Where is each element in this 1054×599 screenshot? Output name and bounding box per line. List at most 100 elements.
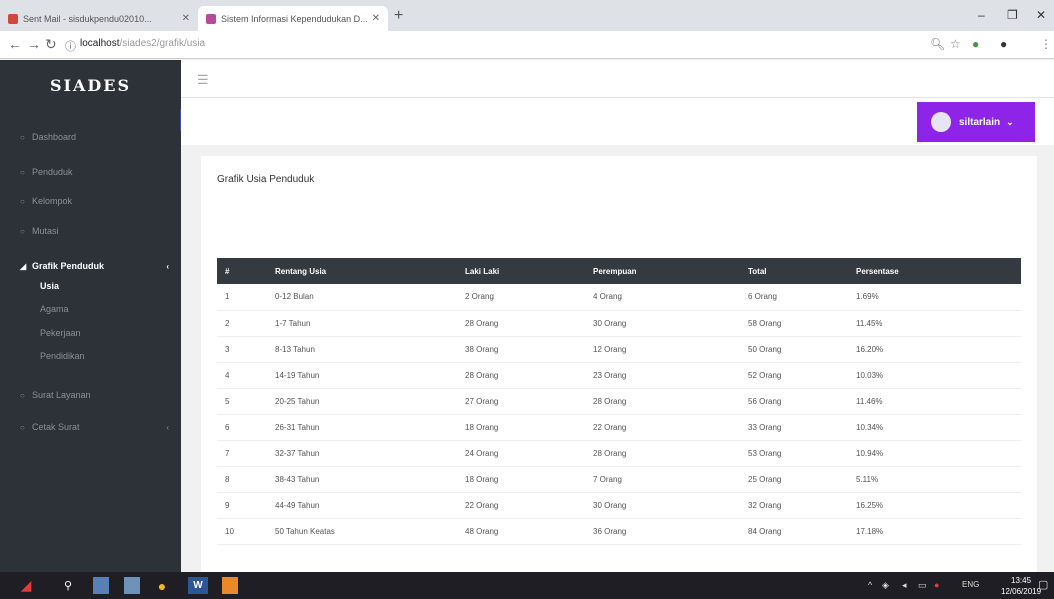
start-button-icon[interactable]: ◢ [6, 577, 46, 594]
browser-tab-siades[interactable]: Sistem Informasi Kependudukan D... ✕ [198, 6, 388, 31]
cell-number: 3 [225, 344, 230, 354]
cell-age-range: 26-31 Tahun [275, 422, 320, 432]
cell-age-range: 20-25 Tahun [275, 396, 320, 406]
word-icon[interactable]: W [188, 577, 208, 594]
top-navbar: ☰ [181, 60, 1054, 98]
cell-age-range: 32-37 Tahun [275, 448, 320, 458]
col-header-male[interactable]: Laki Laki [457, 258, 585, 284]
cell-age-range: 14-19 Tahun [275, 370, 320, 380]
cell-total: 52 Orang [748, 370, 782, 380]
cell-total: 50 Orang [748, 344, 782, 354]
user-name: siltarlain [959, 116, 1001, 128]
cell-age-range: 8-13 Tahun [275, 344, 315, 354]
table-body: 1 0-12 Bulan 2 Orang 4 Orang 6 Orang 1.69% 2 1-… [217, 284, 1021, 544]
cell-female: 28 Orang [593, 396, 627, 406]
task-view-icon[interactable] [93, 577, 109, 594]
sidebar-item-penduduk[interactable]: ○ Penduduk [0, 161, 181, 183]
sidebar-subitem-agama[interactable]: Agama [40, 304, 69, 314]
sidebar-item-label: Surat Layanan [32, 390, 91, 400]
network-icon[interactable]: ◈ [882, 580, 889, 591]
minimize-button[interactable]: – [978, 8, 985, 22]
maximize-button[interactable]: ❐ [1007, 8, 1018, 22]
cell-male: 18 Orang [465, 474, 499, 484]
cell-total: 53 Orang [748, 448, 782, 458]
address-bar: ← → ↻ ⓘ localhost/siades2/grafik/usia 🔍︎… [0, 31, 1054, 59]
cell-male: 22 Orang [465, 500, 499, 510]
sidebar-item-surat-layanan[interactable]: ○ Surat Layanan [0, 384, 181, 406]
cell-total: 6 Orang [748, 292, 777, 302]
close-window-button[interactable]: ✕ [1036, 8, 1046, 22]
profile-icon[interactable]: ● [1000, 37, 1007, 51]
col-header-total[interactable]: Total [740, 258, 848, 284]
url-field[interactable]: localhost/siades2/grafik/usia [80, 38, 205, 49]
siades-favicon-icon [206, 13, 216, 24]
brand-logo[interactable]: SIADES [0, 60, 181, 110]
menu-dots-icon[interactable]: ⋮ [1040, 37, 1052, 51]
circle-icon: ○ [20, 226, 25, 236]
cell-male: 38 Orang [465, 344, 499, 354]
bookmark-star-icon[interactable]: ☆ [950, 37, 961, 51]
chart-icon: ◢ [20, 261, 27, 271]
sidebar-item-label: Kelompok [32, 196, 73, 206]
col-header-age-range[interactable]: Rentang Usia [267, 258, 457, 284]
cell-percentage: 11.46% [856, 396, 883, 406]
cell-female: 4 Orang [593, 292, 622, 302]
table-header-row: # Rentang Usia Laki Laki Perempuan Total… [217, 258, 1021, 284]
tab-title: Sistem Informasi Kependudukan D... [221, 13, 368, 24]
col-header-female[interactable]: Perempuan [585, 258, 740, 284]
antivirus-icon[interactable]: ● [934, 580, 939, 590]
sidebar-item-grafik-penduduk[interactable]: ◢ Grafik Penduduk ‹ [0, 255, 181, 277]
circle-icon: ○ [20, 167, 25, 177]
sidebar-item-mutasi[interactable]: ○ Mutasi [0, 220, 181, 242]
notification-icon[interactable]: ▢ [1038, 578, 1048, 591]
sidebar-subitem-pendidikan[interactable]: Pendidikan [40, 351, 85, 361]
url-host: localhost [80, 38, 120, 49]
hamburger-icon[interactable]: ☰ [197, 72, 209, 88]
circle-icon: ○ [20, 132, 25, 142]
cell-female: 22 Orang [593, 422, 627, 432]
browser-tab-gmail[interactable]: Sent Mail - sisdukpendu02010... ✕ [0, 6, 198, 31]
app-icon[interactable] [222, 577, 238, 594]
close-icon[interactable]: ✕ [182, 13, 190, 24]
cell-age-range: 44-49 Tahun [275, 500, 320, 510]
chevron-down-icon: ⌄ [1006, 116, 1014, 127]
info-icon[interactable]: ⓘ [65, 38, 76, 54]
sidebar-item-kelompok[interactable]: ○ Kelompok [0, 190, 181, 212]
extension-icon[interactable]: ● [972, 37, 979, 51]
sidebar-item-label: Grafik Penduduk [32, 261, 105, 271]
battery-icon[interactable]: ▭ [918, 580, 927, 591]
sidebar-item-cetak-surat[interactable]: ○ Cetak Surat ‹ [0, 416, 181, 438]
search-icon[interactable]: ⚲ [58, 577, 78, 594]
clock[interactable]: 13:45 12/06/2019 [1001, 575, 1041, 597]
card-title: Grafik Usia Penduduk [217, 174, 315, 185]
cell-number: 4 [225, 370, 230, 380]
language-indicator[interactable]: ENG [962, 580, 979, 589]
cell-male: 2 Orang [465, 292, 494, 302]
cell-total: 32 Orang [748, 500, 782, 510]
user-menu-button[interactable]: siltarlain ⌄ [917, 102, 1035, 142]
zoom-icon[interactable]: 🔍︎ [930, 37, 945, 51]
sidebar-subitem-pekerjaan[interactable]: Pekerjaan [40, 328, 81, 338]
chrome-icon[interactable]: ● [153, 577, 171, 594]
cell-percentage: 5.11% [856, 474, 879, 484]
tray-chevron-icon[interactable]: ^ [868, 580, 872, 590]
gmail-favicon-icon [8, 13, 18, 24]
close-icon[interactable]: ✕ [372, 13, 380, 24]
forward-icon[interactable]: → [27, 36, 41, 52]
table-row: 3 8-13 Tahun 38 Orang 12 Orang 50 Orang 16.20… [217, 336, 1021, 362]
cell-percentage: 16.20% [856, 344, 884, 354]
cell-percentage: 10.34% [856, 422, 884, 432]
back-icon[interactable]: ← [8, 36, 22, 52]
file-explorer-icon[interactable] [124, 577, 140, 594]
cell-total: 58 Orang [748, 318, 782, 328]
sidebar-item-dashboard[interactable]: ○ Dashboard [0, 126, 181, 148]
new-tab-button[interactable]: + [394, 7, 403, 25]
cell-total: 25 Orang [748, 474, 782, 484]
col-header-percentage[interactable]: Persentase [848, 258, 1021, 284]
col-header-number[interactable]: # [217, 258, 267, 284]
clock-date: 12/06/2019 [1001, 587, 1042, 596]
reload-icon[interactable]: ↻ [45, 36, 57, 53]
sidebar-subitem-usia[interactable]: Usia [40, 281, 59, 291]
volume-icon[interactable]: ◂ [902, 580, 907, 591]
table-row: 5 20-25 Tahun 27 Orang 28 Orang 56 Orang 11.4… [217, 388, 1021, 414]
